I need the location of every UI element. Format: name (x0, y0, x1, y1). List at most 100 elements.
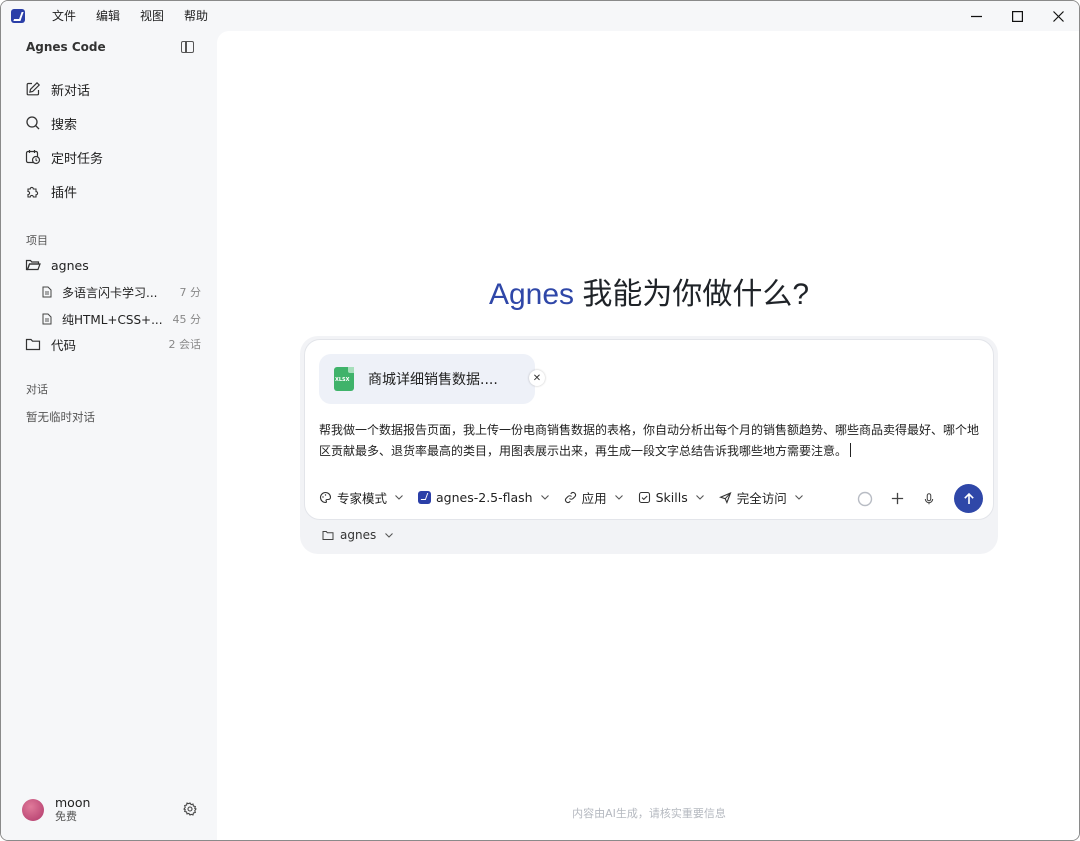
session-time: 7 分 (179, 286, 202, 299)
palette-icon (320, 491, 332, 503)
prompt-input[interactable]: 帮我做一个数据报告页面，我上传一份电商销售数据的表格，你自动分析出每个月的销售额… (319, 420, 983, 462)
chevron-down-icon (614, 495, 623, 500)
nav-search[interactable]: 搜索 (25, 113, 77, 133)
gear-icon[interactable] (183, 802, 197, 816)
chats-section-label: 对话 (26, 383, 48, 396)
access-dropdown[interactable]: 完全访问 (718, 488, 804, 507)
nav-label: 定时任务 (51, 151, 104, 167)
menu-bar: 文件 编辑 视图 帮助 (42, 1, 218, 31)
plus-icon (891, 492, 903, 505)
link-icon (564, 491, 576, 503)
search-icon (26, 116, 40, 130)
app-window: 文件 编辑 视图 帮助 Agnes Code 新对话 搜索 定时任务 插件 项目… (0, 0, 1080, 841)
project-name: 代码 (51, 337, 77, 353)
text-caret (850, 443, 852, 457)
hero-text: 我能为你做什么? (574, 278, 810, 311)
folder-icon (322, 531, 334, 540)
minimize-button[interactable] (956, 1, 997, 31)
file-icon (42, 313, 52, 325)
circle-progress-icon (857, 491, 873, 506)
model-dropdown[interactable]: agnes-2.5-flash (418, 490, 550, 505)
user-name: moon (55, 795, 91, 810)
session-name: 纯HTML+CSS+... (62, 312, 163, 327)
plugin-icon (27, 186, 39, 198)
menu-view[interactable]: 视图 (130, 1, 174, 31)
user-plan: 免费 (55, 810, 77, 823)
chevron-down-icon (395, 495, 403, 500)
chats-empty-text: 暂无临时对话 (26, 410, 95, 424)
minimize-icon (971, 15, 982, 17)
chevron-down-icon (385, 533, 394, 538)
calendar-clock-icon (25, 150, 41, 165)
session-name: 多语言闪卡学习... (62, 285, 158, 300)
project-session-count: 2 会话 (168, 338, 202, 351)
composer-toolbar: 专家模式 agnes-2.5-flash 应用 Skills 完全访问 (319, 486, 818, 508)
projects-section-label: 项目 (26, 234, 48, 247)
arrow-up-icon (963, 492, 974, 504)
menu-file[interactable]: 文件 (42, 1, 86, 31)
session-time: 45 分 (172, 313, 202, 326)
edit-icon (26, 81, 41, 96)
sidebar: Agnes Code 新对话 搜索 定时任务 插件 项目 agnes 多语言闪卡… (1, 31, 217, 840)
chevron-down-icon (794, 495, 803, 500)
model-label: agnes-2.5-flash (436, 489, 533, 505)
attachment-chip[interactable]: XLSX 商城详细销售数据.... ✕ (319, 354, 545, 404)
remove-attachment-button[interactable]: ✕ (529, 370, 545, 386)
composer-actions (842, 484, 983, 513)
send-button[interactable] (954, 484, 983, 513)
add-button[interactable] (888, 490, 906, 508)
microphone-icon (924, 492, 934, 504)
checkbox-icon (638, 491, 650, 503)
page-title: Agnes 我能为你做什么? (217, 269, 1079, 313)
project-agnes[interactable]: agnes (25, 255, 201, 275)
nav-label: 新对话 (51, 83, 91, 99)
nav-label: 插件 (51, 185, 78, 201)
brand-title: Agnes Code (26, 40, 106, 54)
nav-new-chat[interactable]: 新对话 (25, 79, 90, 99)
workspace-folder-name: agnes (340, 528, 377, 542)
hero-accent: Agnes (488, 278, 575, 311)
main-panel: Agnes 我能为你做什么? XLSX 商城详细销售数据.... ✕ 帮我做一个… (217, 31, 1079, 840)
access-label: 完全访问 (736, 490, 787, 506)
close-window-button[interactable] (1038, 1, 1079, 31)
context-usage-button[interactable] (856, 490, 874, 508)
chevron-down-icon (540, 495, 549, 500)
nav-scheduled-tasks[interactable]: 定时任务 (25, 147, 103, 167)
project-code[interactable]: 代码 2 会话 (25, 334, 201, 354)
workspace-folder-selector[interactable]: agnes (322, 528, 400, 542)
model-logo-icon (418, 490, 432, 504)
avatar (22, 799, 44, 821)
folder-open-icon (25, 259, 41, 271)
session-item[interactable]: 纯HTML+CSS+... 45 分 (41, 309, 201, 329)
session-item[interactable]: 多语言闪卡学习... 7 分 (41, 282, 201, 302)
maximize-button[interactable] (997, 1, 1038, 31)
user-profile[interactable]: moon 免费 (22, 796, 90, 824)
mode-dropdown[interactable]: 专家模式 (319, 488, 404, 507)
apps-label: 应用 (581, 490, 607, 506)
ai-disclaimer: 内容由AI生成，请核实重要信息 (572, 807, 726, 820)
nav-label: 搜索 (51, 117, 78, 133)
file-icon (42, 286, 52, 298)
title-bar: 文件 编辑 视图 帮助 (1, 1, 1079, 31)
skills-dropdown[interactable]: Skills (638, 490, 705, 505)
project-name: agnes (51, 257, 89, 273)
folder-icon (25, 338, 41, 351)
voice-input-button[interactable] (920, 490, 938, 508)
window-controls (956, 1, 1079, 31)
prompt-text: 帮我做一个数据报告页面，我上传一份电商销售数据的表格，你自动分析出每个月的销售额… (319, 423, 980, 458)
mode-label: 专家模式 (337, 490, 388, 506)
menu-help[interactable]: 帮助 (174, 1, 218, 31)
maximize-icon (1012, 10, 1023, 22)
send-plane-icon (718, 491, 732, 504)
composer[interactable]: XLSX 商城详细销售数据.... ✕ 帮我做一个数据报告页面，我上传一份电商销… (304, 339, 994, 520)
menu-edit[interactable]: 编辑 (86, 1, 130, 31)
xlsx-file-icon: XLSX (334, 367, 354, 391)
attachment-name: 商城详细销售数据.... (368, 372, 498, 388)
skills-label: Skills (655, 489, 688, 505)
app-logo-icon (11, 9, 25, 23)
nav-plugins[interactable]: 插件 (25, 181, 77, 201)
apps-dropdown[interactable]: 应用 (564, 488, 624, 507)
close-icon (1053, 10, 1064, 22)
sidebar-toggle-icon[interactable] (181, 41, 194, 53)
chevron-down-icon (695, 495, 704, 500)
